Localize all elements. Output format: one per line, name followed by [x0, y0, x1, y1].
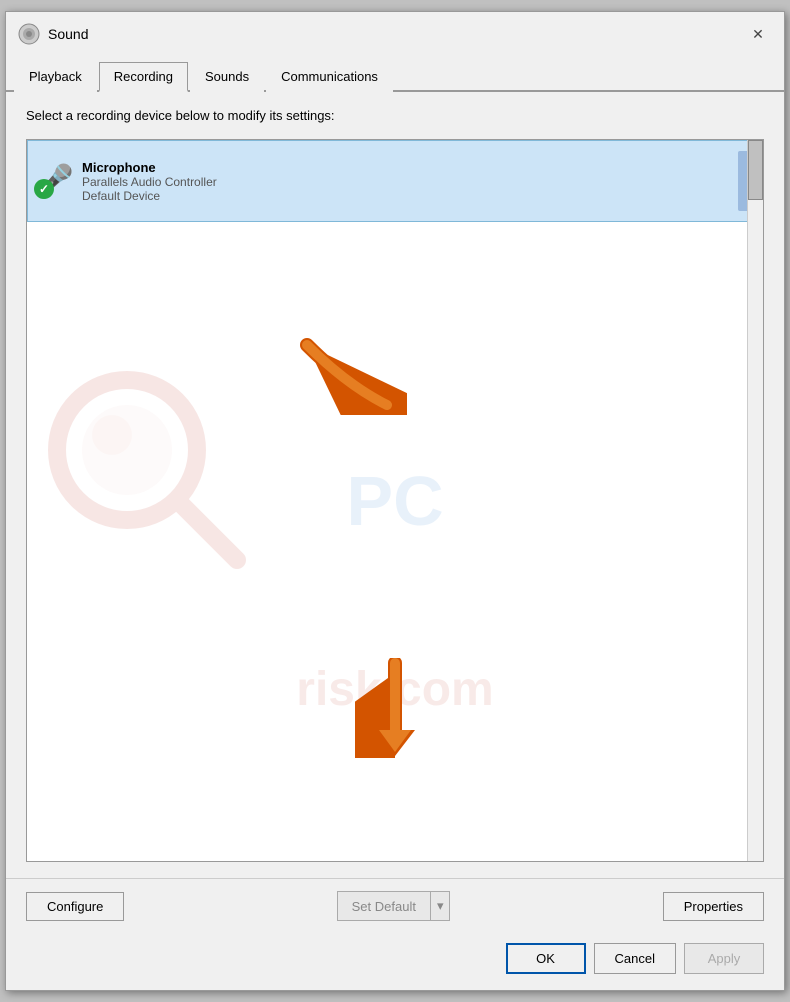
ok-cancel-apply-group: OK Cancel Apply	[506, 943, 764, 974]
arrow-up-annotation	[287, 325, 407, 418]
arrow-down-annotation	[355, 658, 435, 761]
properties-button[interactable]: Properties	[663, 892, 764, 921]
scrollbar-thumb[interactable]	[748, 140, 763, 200]
set-default-button[interactable]: Set Default	[337, 891, 430, 921]
tab-communications[interactable]: Communications	[266, 62, 393, 92]
device-icon-wrap: 🎤 ✓	[36, 165, 72, 197]
device-action-buttons: Configure Set Default ▾ Properties	[6, 878, 784, 933]
tab-content: Select a recording device below to modif…	[6, 92, 784, 878]
close-button[interactable]: ✕	[744, 20, 772, 48]
device-list-scrollbar[interactable]	[747, 140, 763, 861]
device-list[interactable]: 🎤 ✓ Microphone Parallels Audio Controlle…	[26, 139, 764, 862]
default-checkmark: ✓	[34, 179, 54, 199]
instructions-text: Select a recording device below to modif…	[26, 108, 764, 123]
pc-watermark: PC	[346, 461, 443, 541]
device-item-microphone[interactable]: 🎤 ✓ Microphone Parallels Audio Controlle…	[27, 140, 763, 222]
set-default-group: Set Default ▾	[337, 891, 451, 921]
device-info: Microphone Parallels Audio Controller De…	[82, 160, 728, 203]
device-sub: Parallels Audio Controller	[82, 175, 728, 189]
sound-icon	[18, 23, 40, 45]
tab-playback[interactable]: Playback	[14, 62, 97, 92]
device-name: Microphone	[82, 160, 728, 175]
configure-button[interactable]: Configure	[26, 892, 124, 921]
apply-button[interactable]: Apply	[684, 943, 764, 974]
tab-sounds[interactable]: Sounds	[190, 62, 264, 92]
title-bar: Sound ✕	[6, 12, 784, 56]
device-status: Default Device	[82, 189, 728, 203]
sound-dialog: Sound ✕ Playback Recording Sounds Commun…	[5, 11, 785, 991]
magnifier-watermark	[47, 370, 247, 573]
title-bar-left: Sound	[18, 23, 88, 45]
set-default-dropdown[interactable]: ▾	[430, 891, 451, 921]
cancel-button[interactable]: Cancel	[594, 943, 676, 974]
dialog-title: Sound	[48, 26, 88, 42]
risk-watermark: risk.com	[296, 662, 493, 717]
tab-recording[interactable]: Recording	[99, 62, 188, 92]
tabs-bar: Playback Recording Sounds Communications	[6, 56, 784, 92]
dialog-action-row: OK Cancel Apply	[6, 933, 784, 990]
ok-button[interactable]: OK	[506, 943, 586, 974]
